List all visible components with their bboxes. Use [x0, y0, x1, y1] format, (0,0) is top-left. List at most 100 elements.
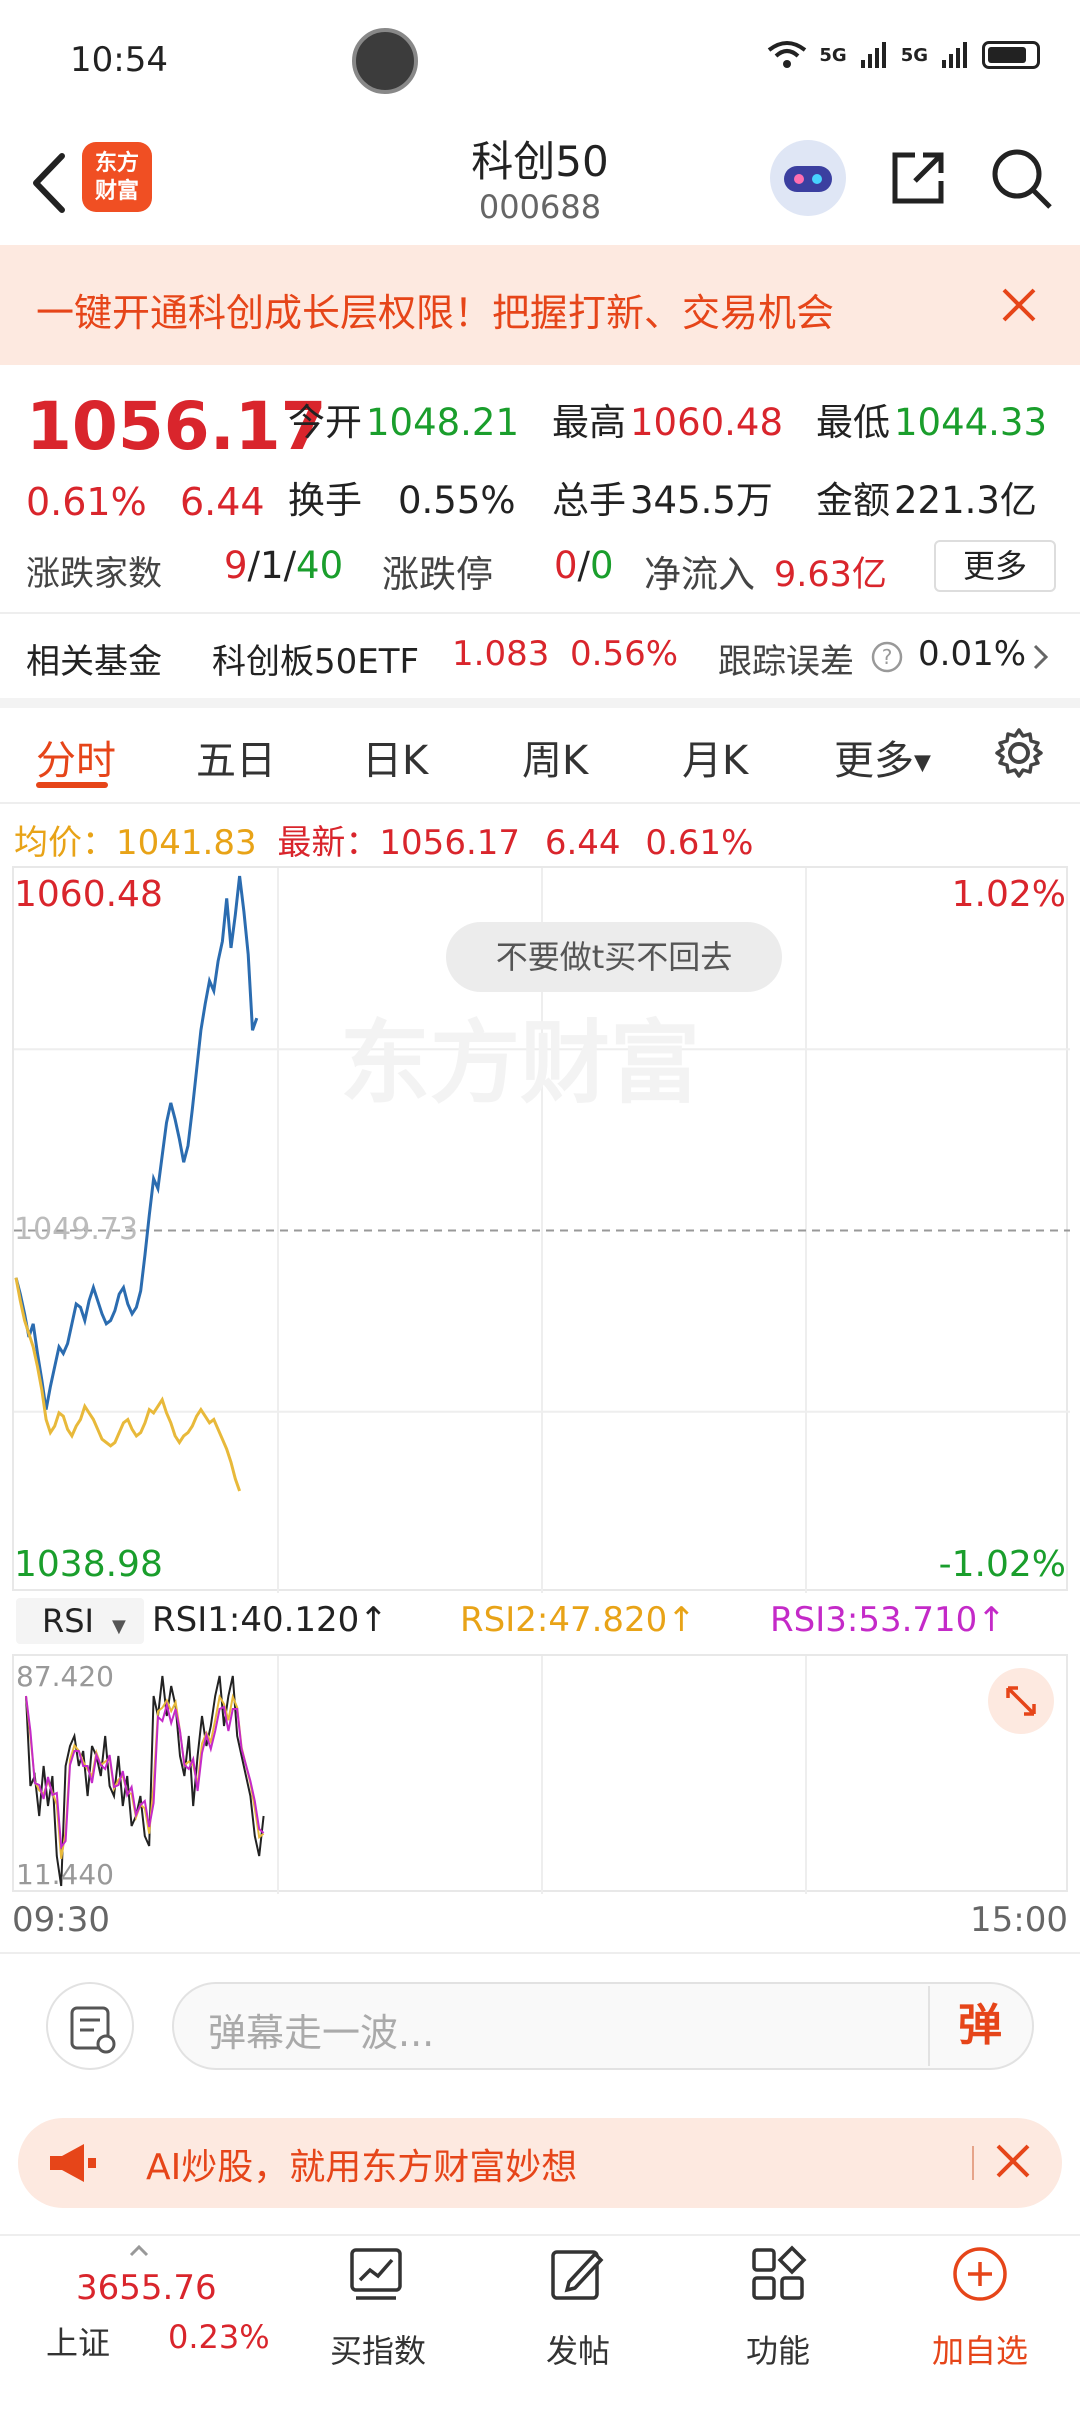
promo-banner-text[interactable]: 一键开通科创成长层权限！把握打新、交易机会 — [36, 282, 834, 337]
chevron-right-icon[interactable] — [1030, 642, 1052, 672]
inflow-value: 9.63亿 — [774, 555, 887, 595]
indicator-select[interactable]: RSI ▼ — [16, 1598, 144, 1644]
amount-value: 221.3亿 — [894, 479, 1037, 522]
danmu-settings-icon[interactable] — [46, 1982, 134, 2070]
amount-field: 金额 221.3亿 — [816, 470, 1037, 524]
y-axis-mid-label: 1049.73 — [14, 1212, 139, 1247]
nav-functions[interactable]: 功能 — [746, 2326, 810, 2372]
volume-value: 345.5万 — [630, 479, 773, 522]
battery-icon — [982, 41, 1040, 69]
divider — [0, 802, 1080, 804]
fund-name[interactable]: 科创板50ETF — [212, 634, 419, 683]
danmu-bubble[interactable]: 不要做t买不回去 — [446, 922, 782, 992]
signal-icon-2 — [942, 42, 967, 68]
functions-icon[interactable] — [748, 2244, 808, 2304]
tracking-error-label: 跟踪误差 — [718, 642, 854, 682]
turnover-label: 换手 — [288, 479, 362, 522]
open-value: 1048.21 — [366, 401, 520, 444]
chevron-up-icon[interactable] — [128, 2244, 150, 2258]
last-change: 6.44 — [544, 823, 621, 863]
down-count: 40 — [296, 544, 344, 587]
last-label: 最新： — [277, 823, 380, 863]
rsi-bottom-label: 11.440 — [16, 1858, 114, 1891]
add-watchlist-icon[interactable] — [950, 2244, 1010, 2304]
tab-monthly-k[interactable]: 月K — [682, 728, 748, 786]
tab-more[interactable]: 更多▼ — [834, 728, 931, 786]
divider — [0, 612, 1080, 614]
caret-down-icon: ▼ — [914, 750, 931, 776]
turnover-value: 0.55% — [398, 479, 516, 522]
danmu-send-button[interactable]: 弹 — [928, 1986, 1030, 2066]
post-icon[interactable] — [547, 2244, 607, 2304]
low-label: 最低 — [816, 401, 890, 444]
change-amount: 6.44 — [180, 480, 265, 524]
tab-five-day[interactable]: 五日 — [196, 728, 276, 786]
share-icon[interactable] — [885, 145, 951, 211]
price-line — [14, 875, 259, 1410]
change-percent: 0.61% — [26, 480, 147, 524]
last-pct: 0.61% — [645, 823, 754, 863]
close-icon[interactable] — [990, 2138, 1036, 2184]
inflow-label: 净流入 — [644, 553, 755, 596]
buy-index-icon[interactable] — [346, 2244, 406, 2304]
volume-field: 总手 345.5万 — [552, 470, 773, 524]
search-icon[interactable] — [988, 145, 1054, 211]
ai-ad-text[interactable]: AI炒股，就用东方财富妙想 — [146, 2138, 577, 2190]
amount-label: 金额 — [816, 479, 890, 522]
high-label: 最高 — [552, 401, 626, 444]
tab-underline — [36, 782, 108, 788]
close-icon[interactable] — [996, 282, 1042, 328]
rsi3-label: RSI3:53.710↑ — [770, 1600, 1006, 1640]
rsi-chart-canvas[interactable] — [14, 1656, 1070, 1894]
nav-add-watchlist[interactable]: 加自选 — [932, 2326, 1028, 2372]
time-axis-start: 09:30 — [12, 1900, 110, 1940]
index-value[interactable]: 3655.76 — [76, 2268, 217, 2308]
pct-axis-bottom-label: -1.02% — [938, 1544, 1066, 1585]
expand-icon[interactable] — [988, 1668, 1054, 1734]
fund-pct: 0.56% — [570, 634, 679, 674]
limit-down-count: 0 — [590, 544, 614, 587]
index-name[interactable]: 上证 — [46, 2318, 110, 2364]
svg-text:?: ? — [882, 645, 893, 669]
up-count: 9 — [224, 544, 248, 587]
low-value: 1044.33 — [894, 401, 1048, 444]
indicator-select-label[interactable]: RSI — [42, 1602, 94, 1640]
index-pct[interactable]: 0.23% — [168, 2318, 270, 2356]
open-label: 今开 — [288, 401, 362, 444]
notification-avatar — [352, 28, 418, 94]
status-time: 10:54 — [70, 40, 168, 80]
help-icon[interactable]: ? — [870, 640, 904, 674]
tab-intraday[interactable]: 分时 — [36, 728, 116, 786]
y-axis-bottom-label: 1038.98 — [14, 1544, 163, 1585]
megaphone-icon — [50, 2144, 96, 2182]
high-field: 最高 1060.48 — [552, 392, 783, 446]
rsi-top-label: 87.420 — [16, 1660, 114, 1693]
turnover-field: 换手 0.55% — [288, 470, 516, 524]
tab-more-label[interactable]: 更多 — [834, 738, 914, 784]
nav-buy-index[interactable]: 买指数 — [330, 2326, 426, 2372]
tab-daily-k[interactable]: 日K — [362, 728, 428, 786]
signal-5g-label: 5G — [819, 44, 847, 66]
avg-label: 均价： — [14, 823, 116, 863]
signal-icon — [860, 42, 886, 68]
gear-icon[interactable] — [992, 726, 1046, 780]
y-axis-top-label: 1060.48 — [14, 874, 163, 915]
limit-values: 0/0 — [554, 544, 614, 587]
watermark: 东方财富 — [340, 1011, 700, 1116]
pct-axis-top-label: 1.02% — [951, 874, 1066, 915]
rsi-chart[interactable] — [12, 1654, 1070, 1894]
rsi2-label: RSI2:47.820↑ — [460, 1600, 696, 1640]
fund-price: 1.083 — [452, 634, 550, 674]
last-value: 1056.17 — [379, 823, 521, 863]
more-button[interactable]: 更多 — [934, 540, 1056, 592]
flat-count: 1 — [260, 544, 284, 587]
ad-divider — [972, 2146, 974, 2180]
nav-post[interactable]: 发帖 — [546, 2326, 610, 2372]
limit-label: 涨跌停 — [382, 553, 493, 596]
rsi1-label: RSI1:40.120↑ — [152, 1600, 388, 1640]
wifi-icon — [768, 41, 807, 68]
breadth-values: 9/1/40 — [224, 544, 344, 587]
tab-weekly-k[interactable]: 周K — [522, 728, 588, 786]
ai-robot-icon[interactable] — [770, 140, 846, 216]
danmu-input-placeholder[interactable]: 弹幕走一波... — [208, 2002, 434, 2057]
